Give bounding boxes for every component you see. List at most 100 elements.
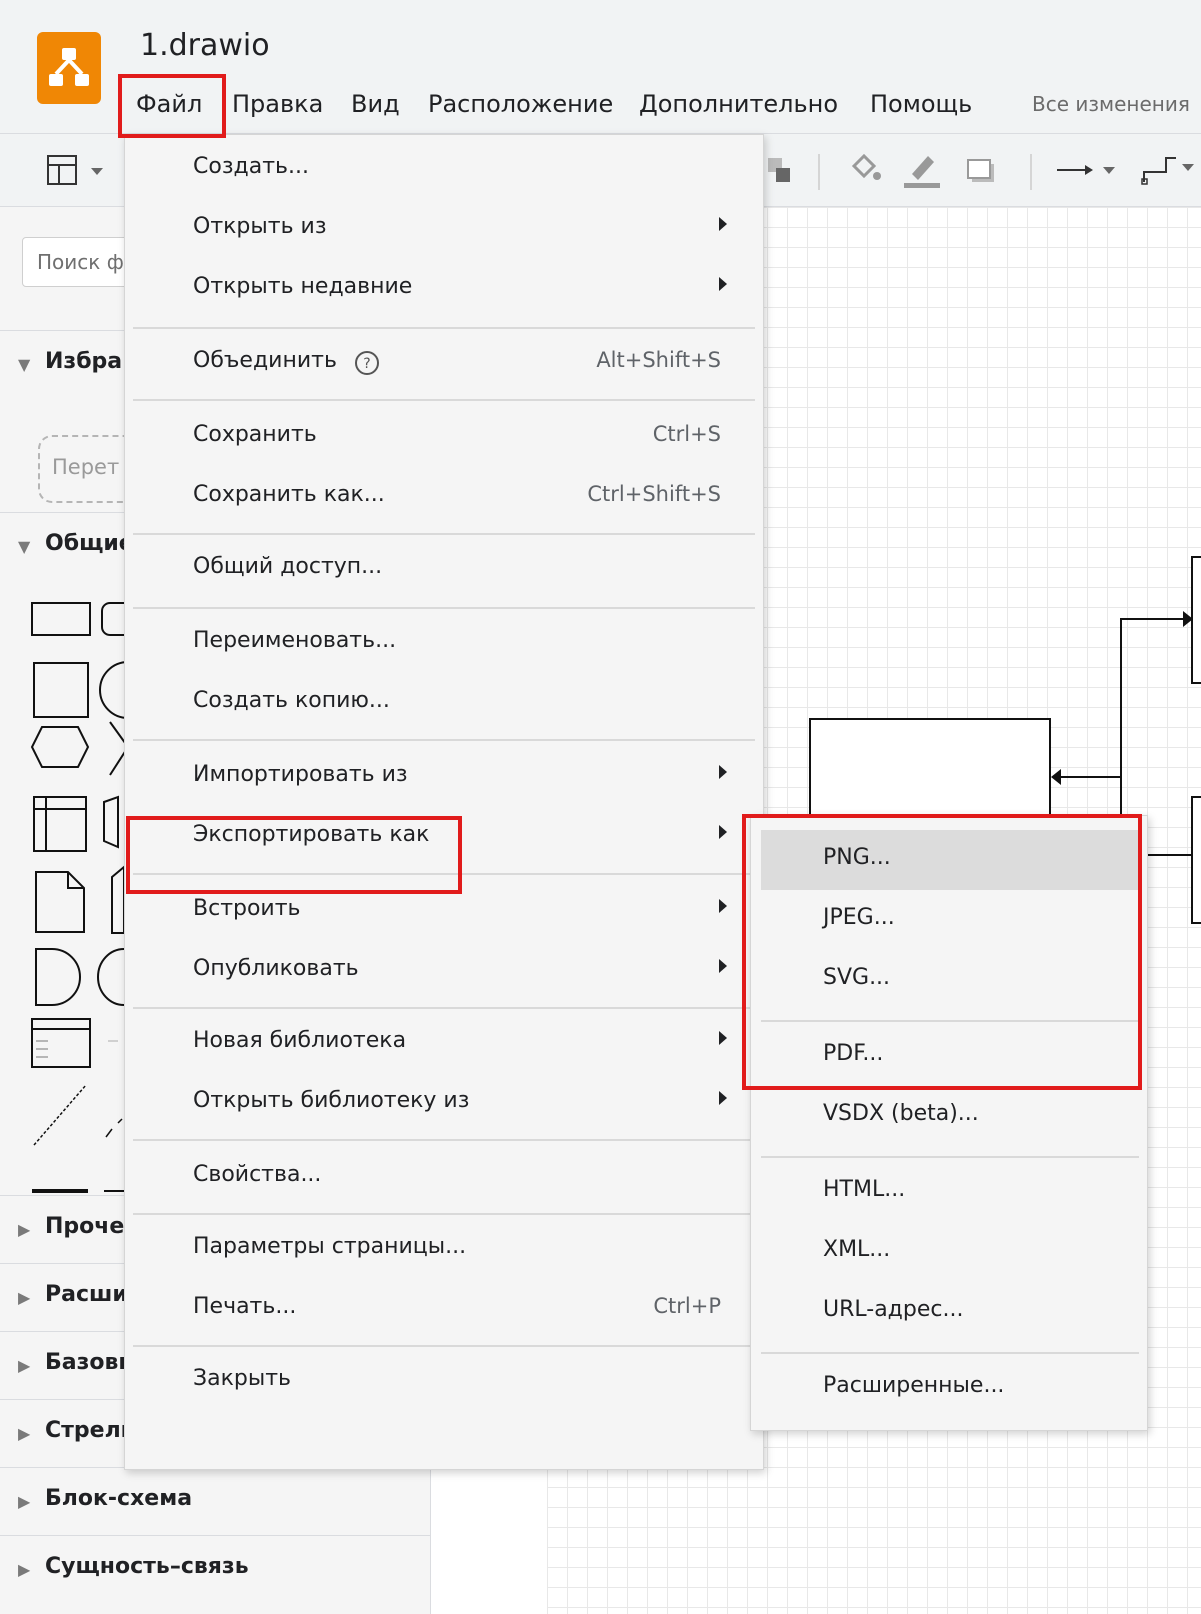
menu-item-export-as[interactable]: Экспортировать как bbox=[125, 807, 763, 867]
menu-item-share[interactable]: Общий доступ... bbox=[125, 539, 763, 599]
export-svg[interactable]: SVG... bbox=[761, 950, 1139, 1010]
svg-text:?: ? bbox=[363, 356, 370, 372]
export-submenu: PNG... JPEG... SVG... PDF... VSDX (beta)… bbox=[750, 815, 1148, 1431]
hexagon-shape-icon bbox=[30, 726, 90, 768]
diagram-rectangle bbox=[1191, 796, 1201, 924]
diagram-logo-icon bbox=[49, 48, 89, 86]
toolbar-divider bbox=[1030, 154, 1032, 190]
menu-item-publish[interactable]: Опубликовать bbox=[125, 941, 763, 1001]
shortcut-label: Alt+Shift+S bbox=[596, 348, 721, 372]
format-panel-icon[interactable] bbox=[46, 154, 116, 190]
menu-item-make-copy[interactable]: Создать копию... bbox=[125, 673, 763, 733]
delay-shape-icon bbox=[35, 948, 81, 1006]
drawio-logo[interactable] bbox=[37, 32, 101, 104]
menu-item-page-setup[interactable]: Параметры страницы... bbox=[125, 1219, 763, 1279]
menu-item-label: Общий доступ... bbox=[193, 554, 383, 579]
menu-separator bbox=[761, 1020, 1139, 1022]
submenu-item-label: HTML... bbox=[823, 1177, 906, 1202]
submenu-arrow-icon bbox=[719, 1091, 727, 1105]
menu-item-properties[interactable]: Свойства... bbox=[125, 1147, 763, 1207]
menu-extras[interactable]: Дополнительно bbox=[631, 88, 846, 120]
dropzone-hint: Перет bbox=[52, 455, 120, 479]
to-back-icon[interactable] bbox=[766, 156, 796, 188]
section-label: Базовь bbox=[45, 1350, 133, 1375]
menu-item-label: Свойства... bbox=[193, 1162, 322, 1187]
menu-item-open-recent[interactable]: Открыть недавние bbox=[125, 259, 763, 319]
fill-color-icon[interactable] bbox=[848, 152, 884, 190]
menu-item-print[interactable]: Печать... Ctrl+P bbox=[125, 1279, 763, 1339]
menu-separator bbox=[133, 327, 755, 329]
menu-separator bbox=[133, 1345, 755, 1347]
menu-separator bbox=[133, 533, 755, 535]
collapse-triangle-icon: ▼ bbox=[18, 537, 31, 556]
dotted-line-shape-icon bbox=[105, 1118, 123, 1138]
section-flowchart[interactable]: ▶ Блок-схема bbox=[0, 1467, 430, 1533]
menu-item-embed[interactable]: Встроить bbox=[125, 881, 763, 941]
menu-item-save-as[interactable]: Сохранить как... Ctrl+Shift+S bbox=[125, 467, 763, 527]
menu-separator bbox=[133, 1007, 755, 1009]
menu-arrange[interactable]: Расположение bbox=[420, 88, 621, 120]
shortcut-label: Ctrl+Shift+S bbox=[587, 482, 721, 506]
menu-item-import-from[interactable]: Импортировать из bbox=[125, 747, 763, 807]
export-xml[interactable]: XML... bbox=[761, 1222, 1139, 1282]
menu-item-label: Закрыть bbox=[193, 1366, 291, 1391]
menu-file[interactable]: Файл bbox=[128, 88, 210, 120]
export-advanced[interactable]: Расширенные... bbox=[761, 1358, 1139, 1418]
line-color-icon[interactable] bbox=[902, 150, 942, 190]
menu-item-save[interactable]: Сохранить Ctrl+S bbox=[125, 407, 763, 467]
menu-item-label: Импортировать из bbox=[193, 762, 408, 787]
menu-item-rename[interactable]: Переименовать... bbox=[125, 613, 763, 673]
submenu-item-label: PNG... bbox=[823, 845, 891, 870]
export-vsdx[interactable]: VSDX (beta)... bbox=[761, 1086, 1139, 1146]
menu-item-label: Создать... bbox=[193, 154, 309, 179]
export-jpeg[interactable]: JPEG... bbox=[761, 890, 1139, 950]
menu-item-label: Встроить bbox=[193, 896, 301, 921]
export-png[interactable]: PNG... bbox=[761, 830, 1139, 890]
card-shape-icon bbox=[111, 864, 125, 934]
waypoints-icon[interactable] bbox=[1140, 152, 1198, 188]
export-pdf[interactable]: PDF... bbox=[761, 1026, 1139, 1086]
menu-item-label: Создать копию... bbox=[193, 688, 390, 713]
cube-shape-icon bbox=[103, 795, 119, 849]
submenu-arrow-icon bbox=[719, 959, 727, 973]
submenu-arrow-icon bbox=[719, 217, 727, 231]
rectangle-shape-icon bbox=[31, 602, 91, 636]
submenu-item-label: PDF... bbox=[823, 1041, 884, 1066]
menu-edit[interactable]: Правка bbox=[224, 88, 331, 120]
submenu-item-label: Расширенные... bbox=[823, 1373, 1005, 1398]
menu-item-synchronize[interactable]: Объединить ? Alt+Shift+S bbox=[125, 333, 763, 393]
section-label: Расши bbox=[45, 1282, 128, 1307]
menu-item-label: Опубликовать bbox=[193, 956, 359, 981]
shadow-icon[interactable] bbox=[966, 156, 1000, 186]
expand-triangle-icon: ▶ bbox=[18, 1356, 31, 1375]
menu-item-new[interactable]: Создать... bbox=[125, 139, 763, 199]
expand-triangle-icon: ▶ bbox=[18, 1288, 31, 1307]
container-shape-icon bbox=[31, 1018, 91, 1068]
file-menu: Создать... Открыть из Открыть недавние О… bbox=[124, 134, 764, 1470]
menu-separator bbox=[133, 873, 755, 875]
menu-item-open-from[interactable]: Открыть из bbox=[125, 199, 763, 259]
menu-item-label: Объединить bbox=[193, 348, 337, 373]
connection-arrow-icon[interactable] bbox=[1055, 160, 1125, 180]
menu-separator bbox=[133, 1139, 755, 1141]
submenu-item-label: XML... bbox=[823, 1237, 891, 1262]
menu-item-label: Печать... bbox=[193, 1294, 297, 1319]
expand-triangle-icon: ▶ bbox=[18, 1560, 31, 1579]
shortcut-label: Ctrl+S bbox=[652, 422, 721, 446]
menu-view[interactable]: Вид bbox=[343, 88, 408, 120]
help-icon[interactable]: ? bbox=[353, 349, 381, 377]
save-status: Все изменения bbox=[1032, 92, 1190, 116]
export-url[interactable]: URL-адрес... bbox=[761, 1282, 1139, 1342]
menu-separator bbox=[133, 607, 755, 609]
menu-item-close[interactable]: Закрыть bbox=[125, 1351, 763, 1411]
submenu-arrow-icon bbox=[719, 1031, 727, 1045]
menu-help[interactable]: Помощь bbox=[862, 88, 980, 120]
dashed-line-shape-icon bbox=[33, 1084, 87, 1146]
section-entity-relation[interactable]: ▶ Сущность–связь bbox=[0, 1535, 430, 1601]
document-title[interactable]: 1.drawio bbox=[140, 28, 270, 63]
submenu-arrow-icon bbox=[719, 277, 727, 291]
export-html[interactable]: HTML... bbox=[761, 1162, 1139, 1222]
menu-item-new-library[interactable]: Новая библиотека bbox=[125, 1013, 763, 1073]
menu-item-open-library-from[interactable]: Открыть библиотеку из bbox=[125, 1073, 763, 1133]
menu-separator bbox=[133, 1213, 755, 1215]
